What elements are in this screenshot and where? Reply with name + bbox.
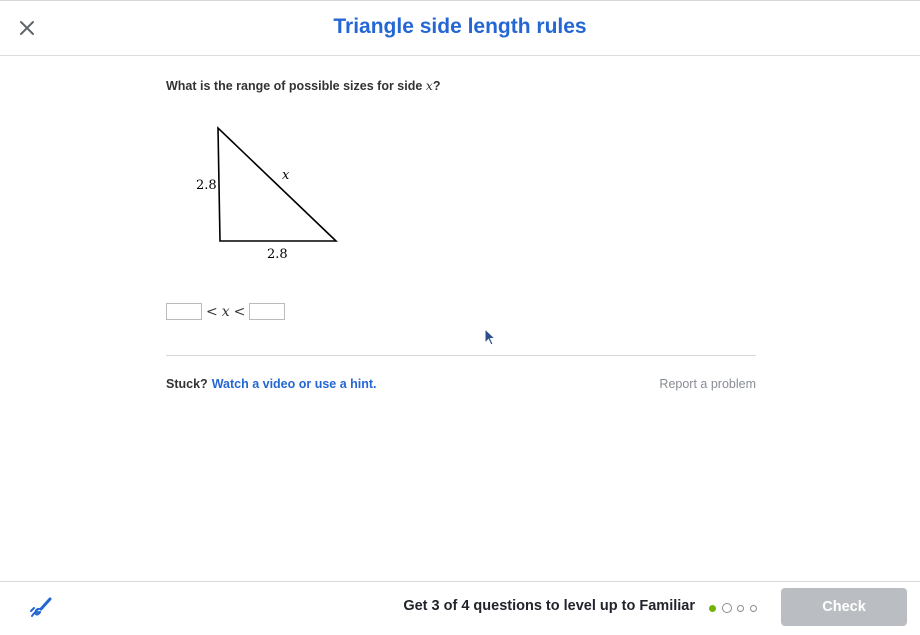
upper-bound-input[interactable] — [249, 303, 286, 320]
progress-dot-complete — [709, 604, 716, 612]
header: Triangle side length rules — [0, 1, 920, 56]
report-problem-link[interactable]: Report a problem — [659, 377, 756, 391]
progress-dot-current — [722, 603, 732, 613]
exercise-window: Triangle side length rules What is the r… — [0, 0, 920, 635]
stuck-row: Stuck? Watch a video or use a hint. — [166, 377, 377, 391]
check-button[interactable]: Check — [781, 588, 907, 626]
progress-dot-empty — [737, 604, 744, 612]
hint-link[interactable]: Watch a video or use a hint. — [212, 377, 377, 391]
pencil-icon — [30, 597, 52, 617]
page-title: Triangle side length rules — [333, 15, 587, 38]
less-than-symbol: < — [206, 303, 218, 320]
less-than-symbol: < — [233, 303, 246, 320]
question-suffix: ? — [432, 79, 441, 93]
triangle-figure: 2.8 2.8 x — [196, 126, 338, 262]
hypotenuse-label: x — [282, 168, 290, 183]
progress-dot-empty — [750, 604, 757, 612]
progress-text: Get 3 of 4 questions to level up to Fami… — [403, 598, 695, 614]
mouse-cursor-icon — [484, 328, 497, 346]
left-side-label: 2.8 — [196, 178, 217, 193]
answer-variable: x — [221, 303, 230, 320]
scratchpad-button[interactable] — [28, 596, 54, 620]
bottom-side-label: 2.8 — [267, 247, 288, 262]
stuck-label: Stuck? — [166, 377, 208, 391]
question-text: What is the range of possible sizes for … — [166, 78, 440, 93]
footer: Get 3 of 4 questions to level up to Fami… — [0, 581, 920, 635]
question-prefix: What is the range of possible sizes for … — [166, 79, 426, 93]
lower-bound-input[interactable] — [166, 303, 202, 320]
question-variable: x — [425, 78, 433, 93]
progress-dots — [709, 603, 763, 613]
divider — [166, 355, 756, 356]
answer-row: < x < — [166, 303, 286, 320]
